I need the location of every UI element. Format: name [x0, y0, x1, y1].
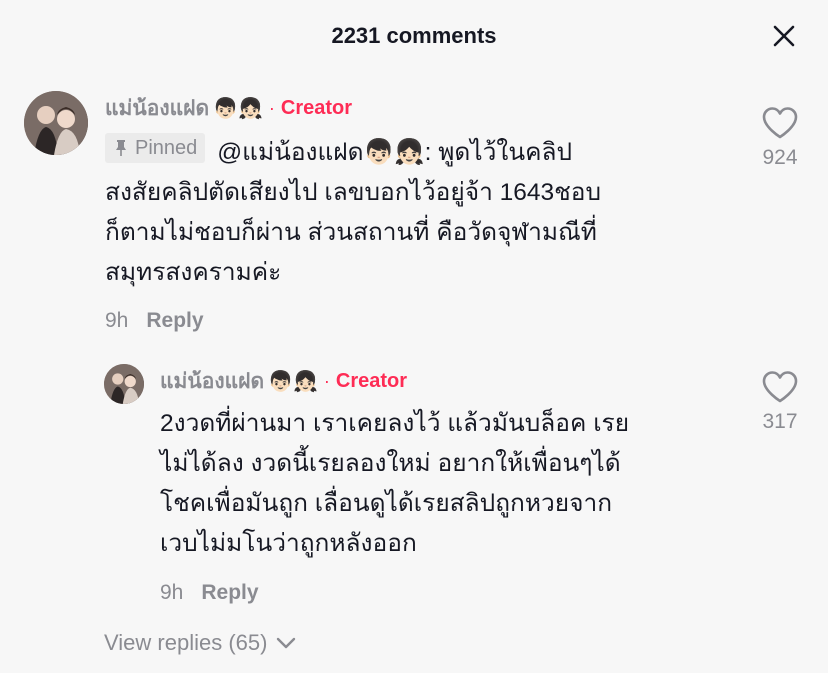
avatar[interactable]	[104, 364, 144, 404]
heart-outline-icon[interactable]	[761, 370, 799, 404]
creator-badge: Creator	[335, 370, 408, 392]
view-replies-label: View replies (65)	[104, 630, 268, 655]
like-control: 317	[756, 370, 804, 434]
username-emoji: 👦🏻👧🏻	[268, 371, 318, 393]
comment-meta: 9h Reply	[160, 581, 259, 605]
reply-button[interactable]: Reply	[201, 581, 258, 605]
comment-time: 9h	[160, 581, 184, 604]
like-count: 317	[762, 410, 798, 433]
chevron-down-icon	[277, 637, 296, 649]
comment-text-line: เวบไม่มโนว่าถูกหลังออก	[160, 530, 417, 557]
reply-comment: แม่น้องแฝด 👦🏻👧🏻 · Creator 2งวดที่ผ่านมา …	[0, 0, 828, 620]
comment-author-row: แม่น้องแฝด 👦🏻👧🏻 · Creator	[160, 365, 407, 398]
comment-text-line: โชคเพื่อมันถูก เลื่อนดูได้เรยสลิปถูกหวยจ…	[160, 490, 613, 517]
comment-text: 2งวดที่ผ่านมา เราเคยลงไว้ แล้วมันบล็อค เ…	[160, 404, 740, 564]
comment-text-line: 2งวดที่ผ่านมา เราเคยลงไว้ แล้วมันบล็อค เ…	[160, 410, 630, 437]
view-replies-button[interactable]: View replies (65)	[104, 630, 297, 656]
separator-dot: ·	[323, 371, 330, 391]
comment-username[interactable]: แม่น้องแฝด	[160, 365, 264, 398]
avatar-image	[104, 364, 144, 404]
comment-text-line: ไม่ได้ลง งวดนี้เรยลองใหม่ อยากให้เพื่อนๆ…	[160, 450, 621, 477]
